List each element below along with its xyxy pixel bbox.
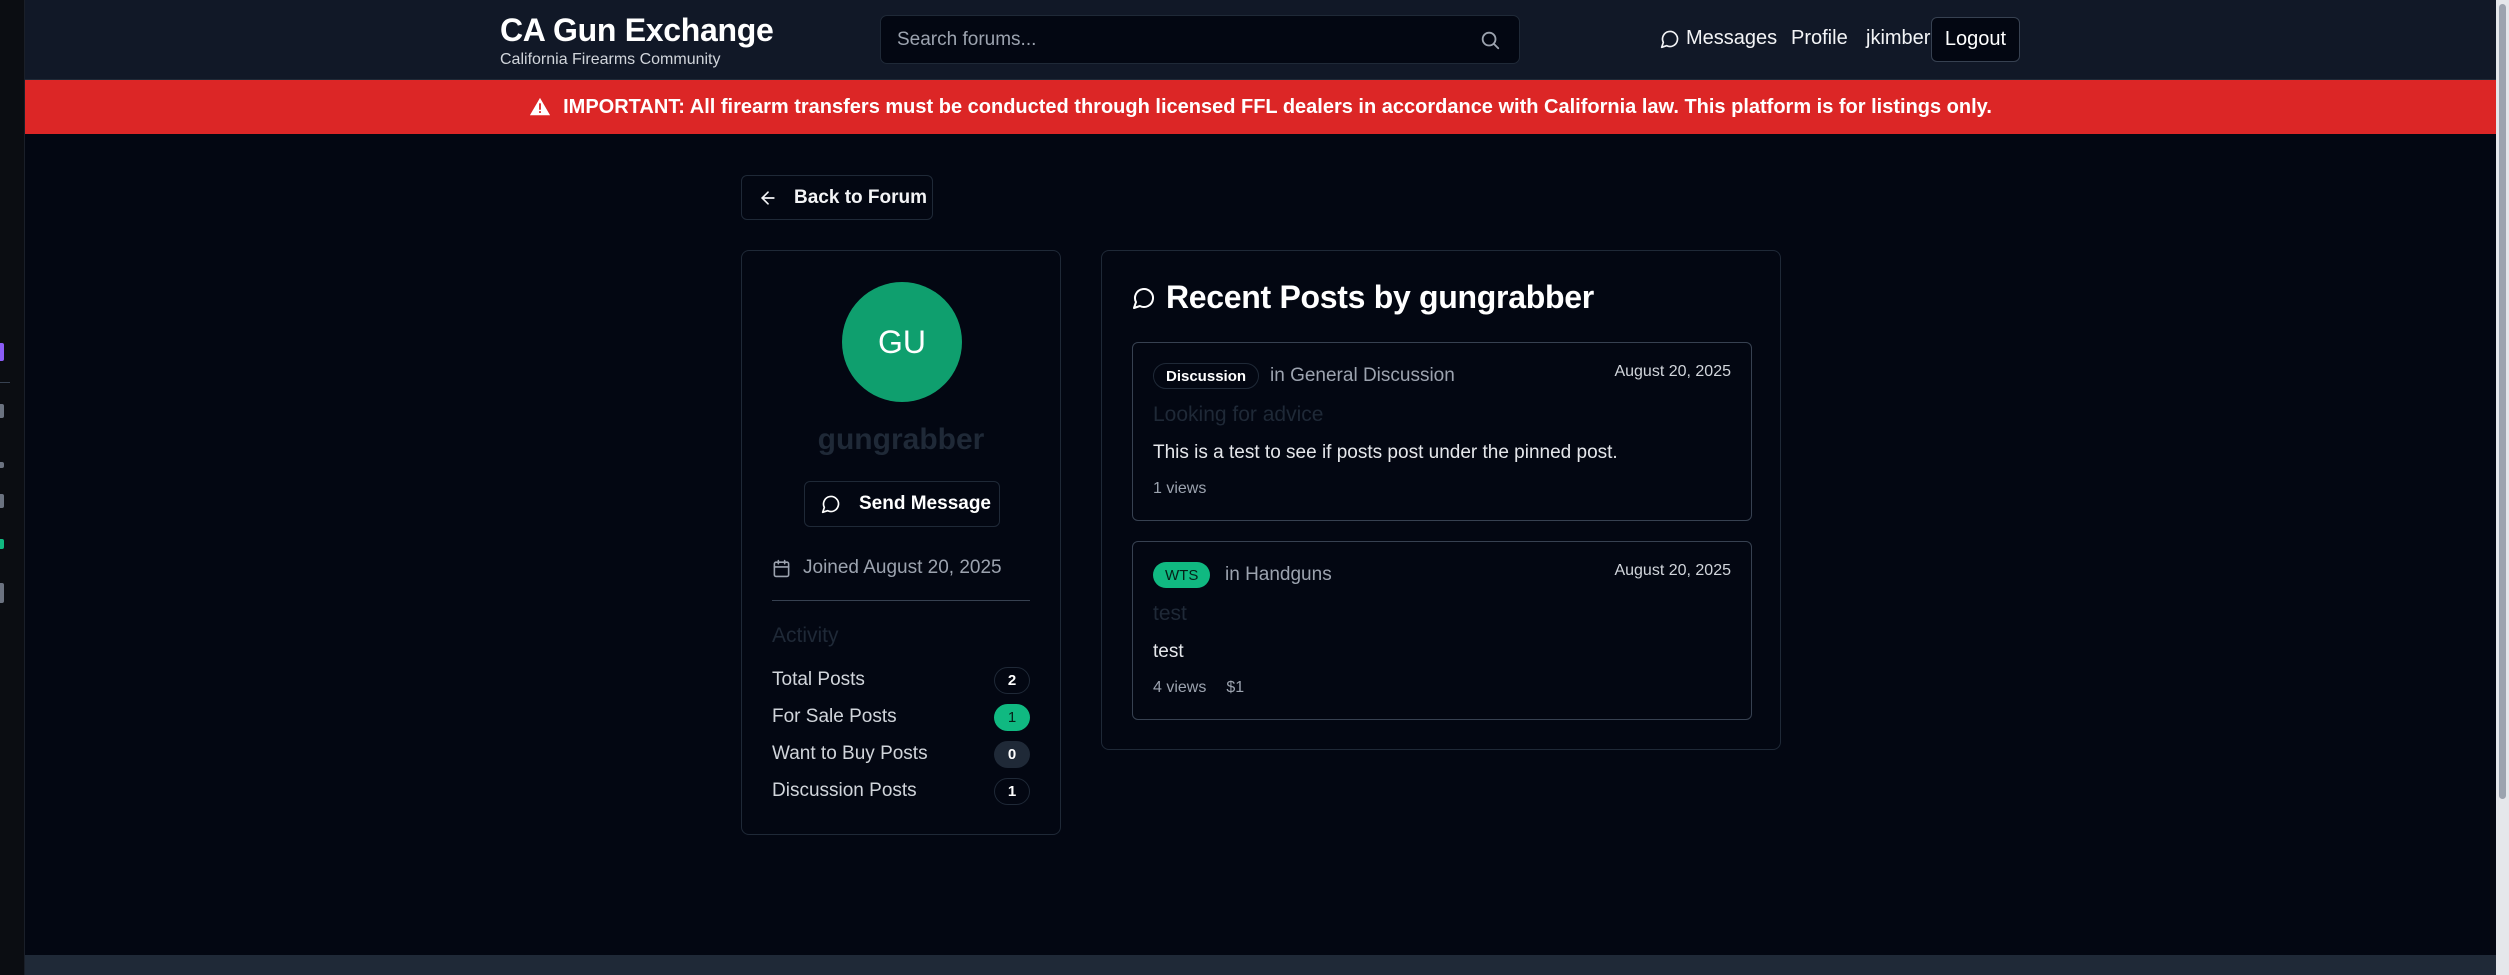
post-views: 4 views [1153, 679, 1207, 696]
post-card[interactable]: Discussion in General Discussion August … [1132, 342, 1752, 521]
stat-label: Want to Buy Posts [772, 743, 928, 764]
post-title[interactable]: Looking for advice [1153, 403, 1323, 427]
left-rail [0, 0, 25, 975]
rail-icon[interactable] [0, 462, 4, 468]
post-title[interactable]: test [1153, 602, 1187, 626]
rail-icon[interactable] [0, 583, 4, 603]
post-body: This is a test to see if posts post unde… [1153, 442, 1618, 463]
rail-active-icon[interactable] [0, 343, 4, 361]
message-icon [1660, 30, 1679, 48]
calendar-icon [773, 559, 790, 577]
nav-messages-label: Messages [1686, 27, 1778, 49]
rail-divider [0, 382, 10, 383]
stat-discussion-posts: Discussion Posts 1 [772, 777, 1030, 805]
rail-icon[interactable] [0, 404, 4, 418]
site-header: CA Gun Exchange California Firearms Comm… [25, 0, 2496, 80]
site-subtitle: California Firearms Community [500, 51, 721, 68]
send-message-button[interactable]: Send Message [804, 481, 1000, 527]
back-label: Back to Forum [794, 186, 928, 208]
stat-label: Total Posts [772, 669, 865, 690]
post-card[interactable]: WTS in Handguns August 20, 2025 test tes… [1132, 541, 1752, 720]
recent-posts-panel: Recent Posts by gungrabber Discussion in… [1101, 250, 1781, 750]
alert-text: IMPORTANT: All firearm transfers must be… [563, 95, 1992, 118]
post-date: August 20, 2025 [1614, 363, 1731, 380]
nav-messages-link[interactable]: Messages [1660, 27, 1777, 50]
post-price: $1 [1226, 679, 1245, 696]
nav-profile-link[interactable]: Profile [1791, 27, 1848, 50]
profile-username: gungrabber [817, 423, 985, 456]
scrollbar-thumb[interactable] [2499, 4, 2506, 799]
post-views: 1 views [1153, 480, 1207, 497]
post-tag-badge: Discussion [1153, 363, 1260, 389]
post-category: in General Discussion [1270, 365, 1455, 386]
brand[interactable]: CA Gun Exchange California Firearms Comm… [500, 12, 774, 70]
profile-card: GU gungrabber Send Message Joined August… [741, 250, 1061, 835]
warning-icon [530, 97, 551, 116]
arrow-left-icon [761, 190, 775, 205]
stat-count-badge: 1 [994, 703, 1030, 731]
search-icon[interactable] [1479, 29, 1501, 51]
rail-icon[interactable] [0, 494, 4, 508]
back-to-forum-button[interactable]: Back to Forum [741, 175, 933, 220]
post-date: August 20, 2025 [1614, 562, 1731, 579]
legal-alert-banner: IMPORTANT: All firearm transfers must be… [25, 80, 2496, 134]
joined-date: Joined August 20, 2025 [772, 557, 1002, 579]
stat-want-to-buy-posts: Want to Buy Posts 0 [772, 740, 1030, 768]
search-box[interactable] [880, 15, 1520, 64]
send-message-label: Send Message [859, 493, 991, 514]
avatar: GU [842, 282, 962, 402]
post-body: test [1153, 641, 1184, 662]
stat-count-badge: 1 [994, 777, 1030, 805]
post-tag-badge: WTS [1153, 562, 1211, 588]
recent-posts-title: Recent Posts by gungrabber [1166, 279, 1594, 315]
stat-label: For Sale Posts [772, 706, 897, 727]
divider [772, 600, 1030, 601]
joined-label: Joined August 20, 2025 [803, 557, 1002, 578]
vertical-scrollbar[interactable] [2496, 0, 2509, 975]
post-meta: 4 views $1 [1153, 679, 1244, 697]
stat-for-sale-posts: For Sale Posts 1 [772, 703, 1030, 731]
activity-heading: Activity [772, 624, 839, 647]
message-icon [1133, 287, 1154, 309]
logout-button[interactable]: Logout [1931, 17, 2020, 62]
site-title[interactable]: CA Gun Exchange [500, 12, 774, 48]
page-footer [25, 955, 2496, 975]
stat-label: Discussion Posts [772, 780, 917, 801]
stat-count-badge: 2 [994, 666, 1030, 694]
rail-status-icon[interactable] [0, 539, 4, 549]
stat-total-posts: Total Posts 2 [772, 666, 1030, 694]
post-meta: 1 views [1153, 480, 1206, 498]
post-category: in Handguns [1225, 564, 1332, 585]
recent-posts-heading: Recent Posts by gungrabber [1132, 279, 1594, 316]
message-icon [821, 495, 840, 514]
search-input[interactable] [881, 16, 1519, 63]
stat-count-badge: 0 [994, 740, 1030, 768]
